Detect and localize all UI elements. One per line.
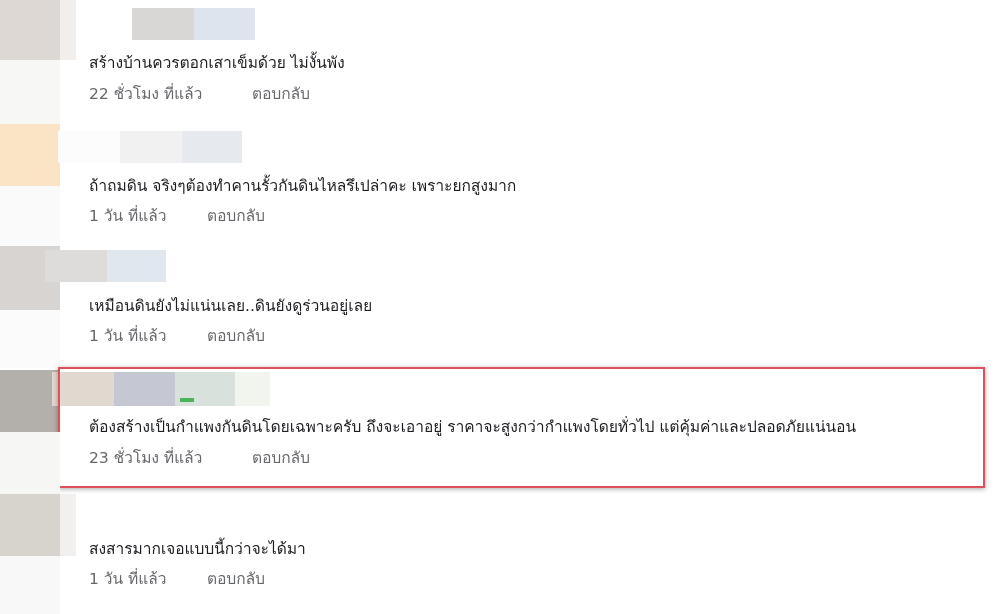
comment-meta: 22 ชั่วโมง ที่แล้ว ตอบกลับ	[89, 83, 310, 105]
comment-text: เหมือนดินยังไม่แน่นเลย..ดินยังดูร่วนอยู่…	[89, 297, 373, 315]
avatar-column	[0, 60, 60, 124]
avatar-column	[0, 432, 60, 494]
comment-meta: 1 วัน ที่แล้ว ตอบกลับ	[89, 205, 265, 227]
reply-button[interactable]: ตอบกลับ	[207, 205, 265, 227]
avatar[interactable]	[0, 370, 60, 432]
reply-button[interactable]: ตอบกลับ	[207, 568, 265, 590]
comment-timestamp[interactable]: 22 ชั่วโมง ที่แล้ว	[89, 83, 202, 105]
comment-text: สร้างบ้านควรตอกเสาเข็มด้วย ไม่งั้นพัง	[89, 54, 345, 72]
avatar-column	[0, 310, 60, 368]
comment-text: ถ้าถมดิน จริงๆต้องทำคานรั้วกันดินไหลรึเป…	[89, 177, 517, 195]
comment-timestamp[interactable]: 1 วัน ที่แล้ว	[89, 325, 166, 347]
avatar-column	[0, 556, 60, 614]
comment-timestamp[interactable]: 1 วัน ที่แล้ว	[89, 568, 166, 590]
comment-meta: 1 วัน ที่แล้ว ตอบกลับ	[89, 568, 265, 590]
comment-timestamp[interactable]: 1 วัน ที่แล้ว	[89, 205, 166, 227]
avatar[interactable]	[0, 0, 76, 60]
avatar[interactable]	[0, 494, 76, 556]
highlight-box	[58, 367, 985, 488]
reply-button[interactable]: ตอบกลับ	[207, 325, 265, 347]
avatar[interactable]	[0, 124, 60, 186]
avatar-column	[0, 186, 60, 246]
reply-button[interactable]: ตอบกลับ	[252, 83, 310, 105]
comment-meta: 1 วัน ที่แล้ว ตอบกลับ	[89, 325, 265, 347]
comment-text: สงสารมากเจอแบบนี้กว่าจะได้มา	[89, 540, 306, 558]
